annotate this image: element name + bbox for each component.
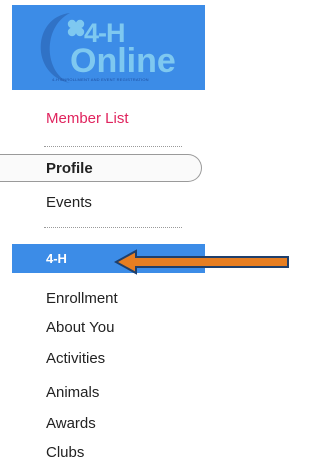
nav-item-awards[interactable]: Awards <box>46 414 96 434</box>
nav-item-about-you[interactable]: About You <box>46 318 114 338</box>
annotation-arrow-icon <box>114 249 289 275</box>
nav-item-animals[interactable]: Animals <box>46 383 99 403</box>
divider <box>44 146 182 147</box>
divider <box>44 227 182 228</box>
nav-item-clubs[interactable]: Clubs <box>46 443 84 463</box>
tab-profile[interactable]: Profile <box>0 154 202 182</box>
tab-events[interactable]: Events <box>46 193 92 213</box>
tab-profile-label: Profile <box>46 160 93 177</box>
nav-item-activities[interactable]: Activities <box>46 349 105 369</box>
app-logo[interactable]: 4-H Online 4-H ENROLLMENT AND EVENT REGI… <box>12 5 205 90</box>
member-list-link[interactable]: Member List <box>46 109 129 129</box>
section-4h-label: 4-H <box>46 251 67 266</box>
logo-text-online: Online <box>70 42 176 80</box>
logo-tagline: 4-H ENROLLMENT AND EVENT REGISTRATION <box>52 77 149 82</box>
nav-item-enrollment[interactable]: Enrollment <box>46 289 118 309</box>
